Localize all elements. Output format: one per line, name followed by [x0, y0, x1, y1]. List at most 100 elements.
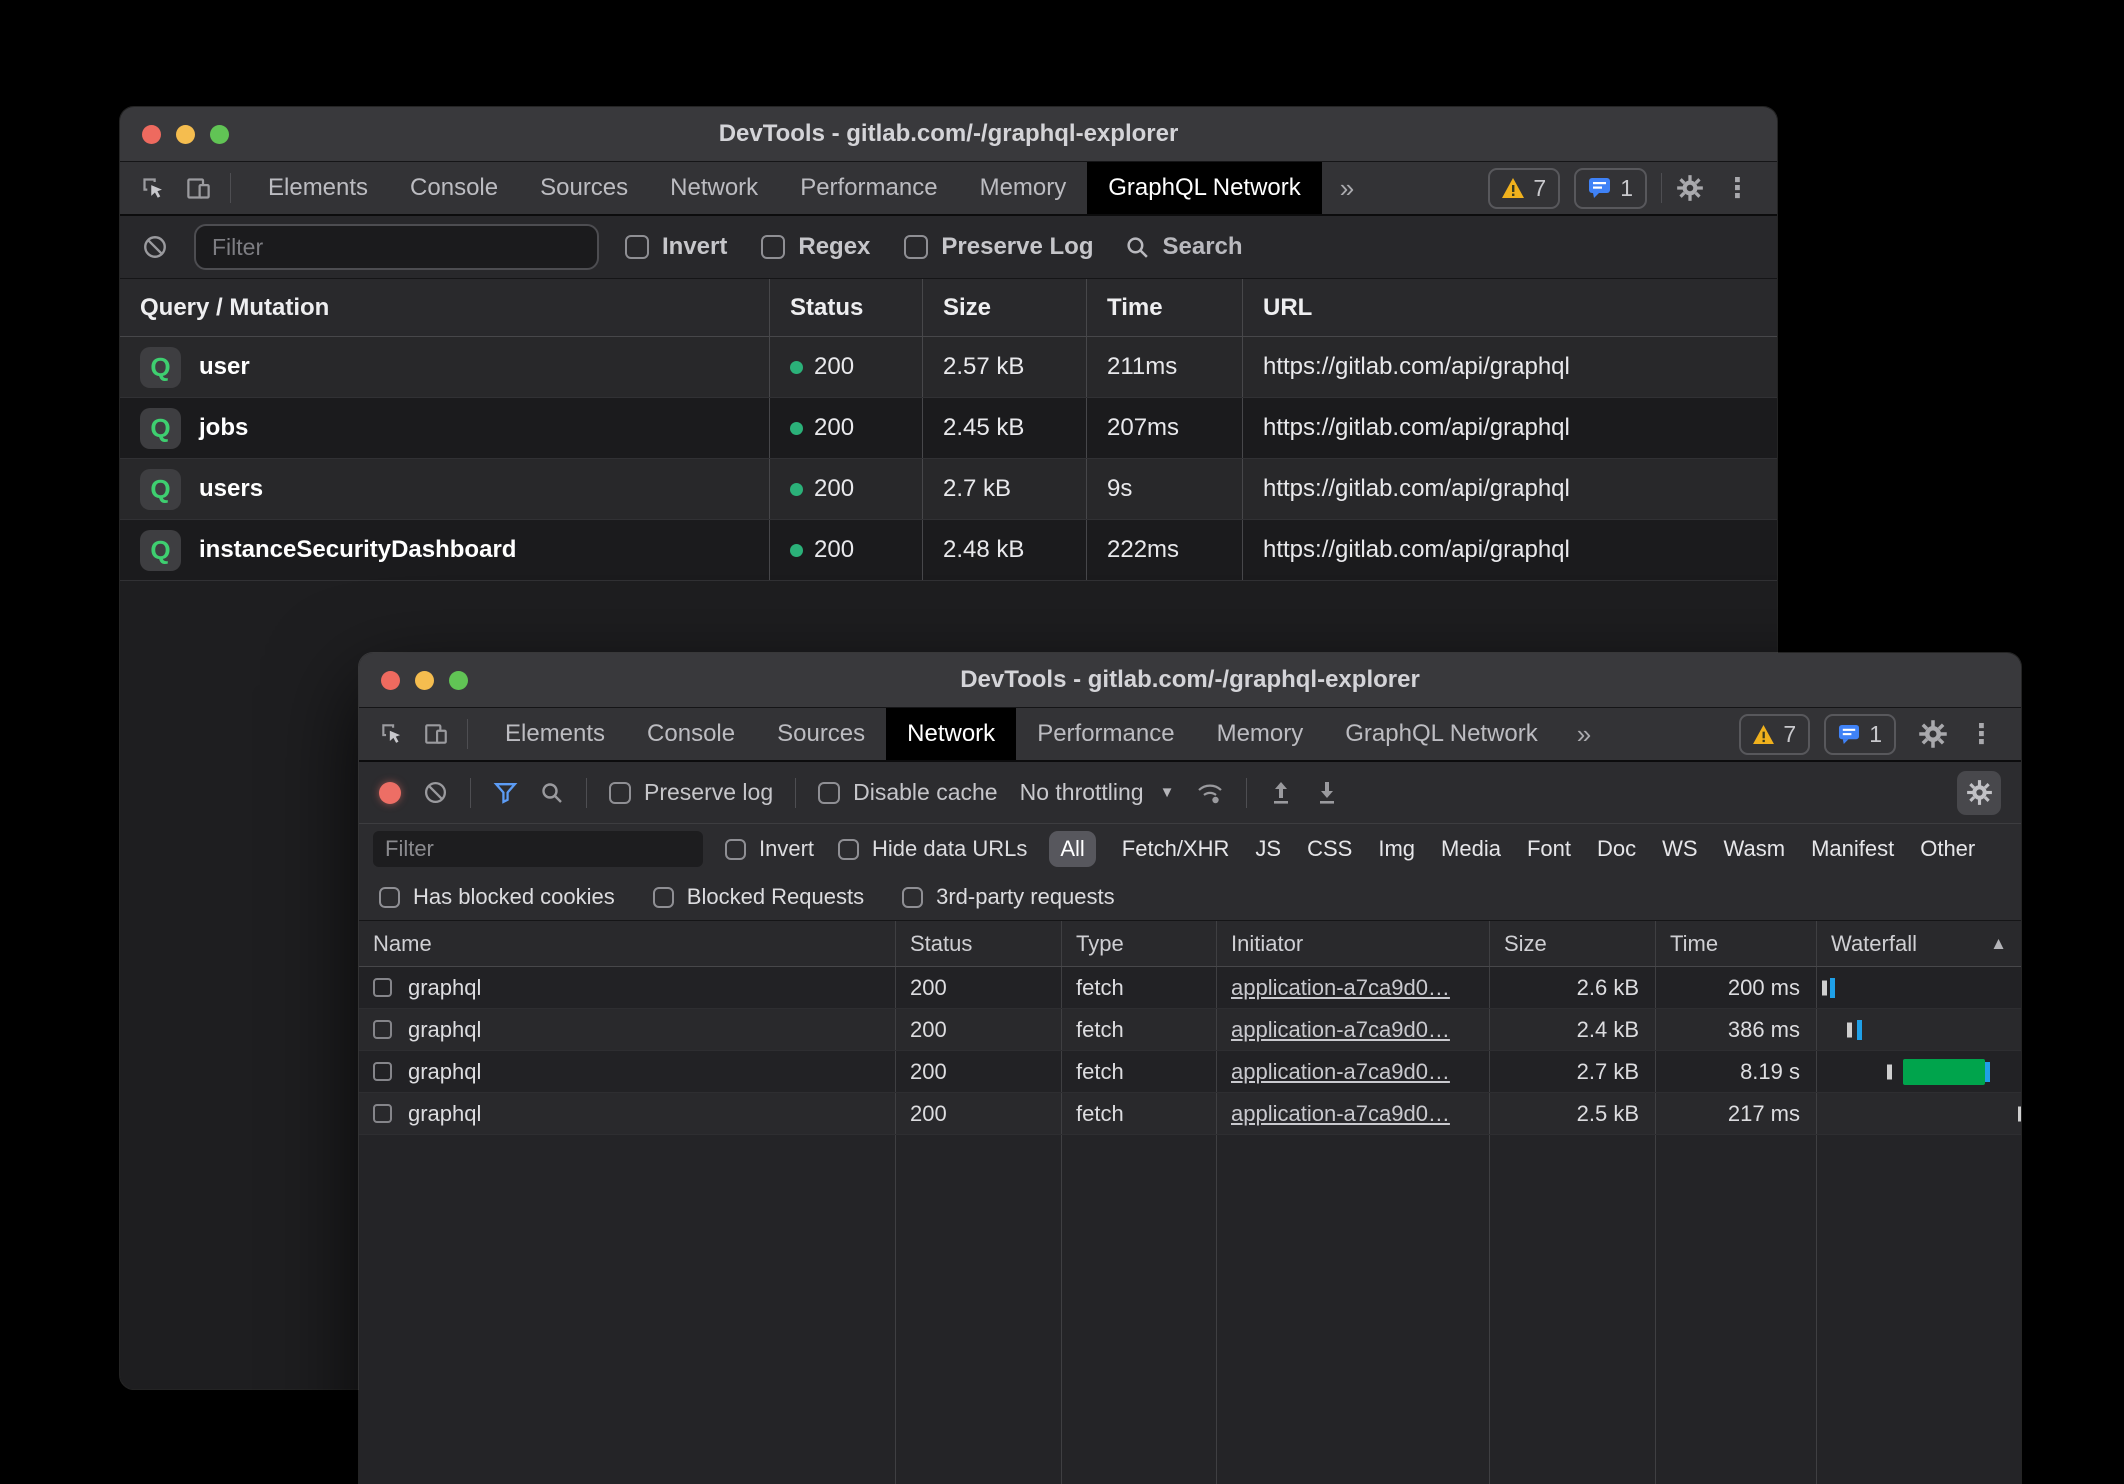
type-filter-img[interactable]: Img: [1378, 836, 1415, 862]
type-filter-ws[interactable]: WS: [1662, 836, 1697, 862]
type-filter-media[interactable]: Media: [1441, 836, 1501, 862]
search-icon[interactable]: [540, 781, 564, 805]
tab-graphql-network[interactable]: GraphQL Network: [1324, 708, 1559, 760]
hide-data-urls-checkbox-group[interactable]: Hide data URLs: [838, 836, 1027, 862]
regex-checkbox-group[interactable]: Regex: [761, 233, 870, 261]
invert-checkbox-group[interactable]: Invert: [625, 233, 727, 261]
column-header-status[interactable]: Status: [769, 279, 922, 336]
row-checkbox[interactable]: [373, 978, 392, 997]
table-row[interactable]: graphql200fetchapplication-a7ca9d0…2.5 k…: [359, 1093, 2021, 1135]
more-tabs-chevron-icon[interactable]: »: [1322, 162, 1372, 214]
tab-graphql-network[interactable]: GraphQL Network: [1087, 162, 1322, 214]
row-checkbox[interactable]: [373, 1020, 392, 1039]
tab-sources[interactable]: Sources: [756, 708, 886, 760]
tab-network[interactable]: Network: [649, 162, 779, 214]
table-row[interactable]: Quser2002.57 kB211mshttps://gitlab.com/a…: [120, 337, 1777, 398]
device-toolbar-icon[interactable]: [423, 721, 449, 747]
hide-data-urls-checkbox[interactable]: [838, 839, 859, 860]
import-har-icon[interactable]: [1269, 780, 1293, 806]
column-header-name[interactable]: Name: [359, 921, 895, 966]
type-filter-manifest[interactable]: Manifest: [1811, 836, 1894, 862]
type-filter-doc[interactable]: Doc: [1597, 836, 1636, 862]
preserve-log-checkbox-group[interactable]: Preserve Log: [904, 233, 1093, 261]
filter-input[interactable]: [194, 224, 599, 270]
column-header-url[interactable]: URL: [1242, 279, 1777, 336]
type-filter-css[interactable]: CSS: [1307, 836, 1352, 862]
column-header-query-mutation[interactable]: Query / Mutation: [120, 279, 769, 336]
3rd-party-requests-checkbox[interactable]: [902, 887, 923, 908]
column-header-time[interactable]: Time: [1655, 921, 1816, 966]
tab-performance[interactable]: Performance: [1016, 708, 1195, 760]
disable-cache-checkbox[interactable]: [818, 782, 840, 804]
clear-icon[interactable]: [142, 234, 168, 260]
column-header-status[interactable]: Status: [895, 921, 1061, 966]
clear-icon[interactable]: [423, 780, 448, 805]
settings-gear-icon[interactable]: [1918, 719, 1948, 749]
tab-memory[interactable]: Memory: [959, 162, 1088, 214]
filter-funnel-icon[interactable]: [493, 780, 518, 805]
blocked-requests-checkbox[interactable]: [653, 887, 674, 908]
preserve-log-checkbox[interactable]: [904, 235, 928, 259]
export-har-icon[interactable]: [1315, 780, 1339, 806]
titlebar[interactable]: DevTools - gitlab.com/-/graphql-explorer: [120, 107, 1777, 162]
type-filter-all[interactable]: All: [1049, 831, 1095, 867]
table-row[interactable]: QinstanceSecurityDashboard2002.48 kB222m…: [120, 520, 1777, 581]
titlebar[interactable]: DevTools - gitlab.com/-/graphql-explorer: [359, 653, 2021, 708]
table-row[interactable]: graphql200fetchapplication-a7ca9d0…2.4 k…: [359, 1009, 2021, 1051]
column-header-initiator[interactable]: Initiator: [1216, 921, 1489, 966]
inspect-element-icon[interactable]: [379, 721, 405, 747]
column-header-size[interactable]: Size: [922, 279, 1086, 336]
settings-gear-icon[interactable]: [1676, 174, 1704, 202]
issues-badge[interactable]: 1: [1574, 168, 1647, 209]
network-settings-gear-icon[interactable]: [1957, 771, 2001, 815]
3rd-party-requests-checkbox-group[interactable]: 3rd-party requests: [902, 884, 1115, 910]
initiator-link[interactable]: application-a7ca9d0…: [1231, 1101, 1450, 1127]
initiator-link[interactable]: application-a7ca9d0…: [1231, 1059, 1450, 1085]
preserve-log-checkbox[interactable]: [609, 782, 631, 804]
type-filter-wasm[interactable]: Wasm: [1724, 836, 1786, 862]
column-header-waterfall[interactable]: Waterfall▲: [1816, 921, 2021, 966]
record-network-log-button[interactable]: [379, 782, 401, 804]
warnings-badge[interactable]: 7: [1739, 714, 1810, 755]
column-header-size[interactable]: Size: [1489, 921, 1655, 966]
row-checkbox[interactable]: [373, 1062, 392, 1081]
column-header-time[interactable]: Time: [1086, 279, 1242, 336]
more-options-menu-icon[interactable]: ⋮: [1962, 721, 2001, 748]
issues-badge[interactable]: 1: [1824, 714, 1896, 755]
inspect-element-icon[interactable]: [140, 175, 167, 202]
tab-elements[interactable]: Elements: [247, 162, 389, 214]
table-row[interactable]: graphql200fetchapplication-a7ca9d0…2.6 k…: [359, 967, 2021, 1009]
tab-elements[interactable]: Elements: [484, 708, 626, 760]
tab-console[interactable]: Console: [389, 162, 519, 214]
row-checkbox[interactable]: [373, 1104, 392, 1123]
warnings-badge[interactable]: 7: [1488, 168, 1560, 209]
table-row[interactable]: Qjobs2002.45 kB207mshttps://gitlab.com/a…: [120, 398, 1777, 459]
search-toggle[interactable]: Search: [1125, 233, 1242, 261]
type-filter-fetch-xhr[interactable]: Fetch/XHR: [1122, 836, 1230, 862]
type-filter-js[interactable]: JS: [1255, 836, 1281, 862]
tab-sources[interactable]: Sources: [519, 162, 649, 214]
type-filter-font[interactable]: Font: [1527, 836, 1571, 862]
initiator-link[interactable]: application-a7ca9d0…: [1231, 975, 1450, 1001]
has-blocked-cookies-checkbox[interactable]: [379, 887, 400, 908]
has-blocked-cookies-checkbox-group[interactable]: Has blocked cookies: [379, 884, 615, 910]
invert-checkbox-group[interactable]: Invert: [725, 836, 814, 862]
tab-console[interactable]: Console: [626, 708, 756, 760]
invert-checkbox[interactable]: [625, 235, 649, 259]
table-row[interactable]: Qusers2002.7 kB9shttps://gitlab.com/api/…: [120, 459, 1777, 520]
blocked-requests-checkbox-group[interactable]: Blocked Requests: [653, 884, 864, 910]
invert-checkbox[interactable]: [725, 839, 746, 860]
table-row[interactable]: graphql200fetchapplication-a7ca9d0…2.7 k…: [359, 1051, 2021, 1093]
network-conditions-icon[interactable]: [1196, 780, 1224, 806]
tab-performance[interactable]: Performance: [779, 162, 958, 214]
type-filter-other[interactable]: Other: [1920, 836, 1975, 862]
initiator-link[interactable]: application-a7ca9d0…: [1231, 1017, 1450, 1043]
filter-input[interactable]: [373, 831, 703, 867]
more-tabs-chevron-icon[interactable]: »: [1559, 708, 1609, 760]
regex-checkbox[interactable]: [761, 235, 785, 259]
tab-memory[interactable]: Memory: [1196, 708, 1325, 760]
more-options-menu-icon[interactable]: ⋮: [1718, 175, 1757, 202]
preserve-log-checkbox-group[interactable]: Preserve log: [609, 779, 773, 806]
column-header-type[interactable]: Type: [1061, 921, 1216, 966]
device-toolbar-icon[interactable]: [185, 175, 212, 202]
